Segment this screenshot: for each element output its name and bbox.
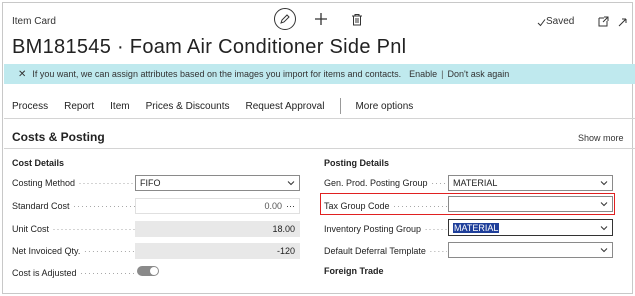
tax-group-code-label: Tax Group Code [324,201,447,211]
more-options-button[interactable]: More options [355,101,413,112]
gen-prod-posting-group-select[interactable]: MATERIAL [448,175,613,191]
page-caption: Item Card [12,16,56,27]
saved-status: Saved [546,16,575,27]
cost-details-heading: Cost Details [12,158,65,168]
unit-cost-field: 18.00 [135,221,300,237]
action-report[interactable]: Report [64,101,94,112]
dont-ask-again-link[interactable]: Don't ask again [447,69,509,79]
standard-cost-input[interactable]: 0.00 ··· [135,198,300,214]
inventory-posting-group-label: Inventory Posting Group [324,224,447,234]
notification-separator: | [441,69,444,79]
action-bar: Process Report Item Prices & Discounts R… [12,98,429,114]
inventory-posting-group-value: MATERIAL [453,222,500,233]
check-icon [536,16,546,28]
open-new-window-icon[interactable] [596,14,610,28]
unit-cost-label: Unit Cost [12,224,137,234]
gen-prod-posting-group-value: MATERIAL [453,178,498,188]
section-title[interactable]: Costs & Posting [12,130,105,144]
dismiss-icon[interactable]: ✕ [18,69,26,80]
chevron-down-icon [600,202,608,207]
net-invoiced-qty-label: Net Invoiced Qty. [12,246,137,256]
gen-prod-posting-group-label: Gen. Prod. Posting Group [324,178,447,188]
add-icon[interactable] [312,10,330,28]
action-divider [340,98,342,114]
divider [4,118,635,119]
edit-icon[interactable] [274,8,296,30]
action-request-approval[interactable]: Request Approval [246,101,325,112]
default-deferral-template-label: Default Deferral Template [324,246,447,256]
section-divider [4,148,635,149]
action-process[interactable]: Process [12,101,48,112]
default-deferral-template-select[interactable] [448,242,613,258]
action-prices-discounts[interactable]: Prices & Discounts [146,101,230,112]
tax-group-code-select[interactable] [448,196,613,212]
toggle-knob [150,267,158,275]
notification-message: If you want, we can assign attributes ba… [32,69,402,79]
cost-is-adjusted-toggle [137,266,159,276]
foreign-trade-heading: Foreign Trade [324,266,384,276]
enable-link[interactable]: Enable [409,69,437,79]
action-item[interactable]: Item [110,101,129,112]
chevron-down-icon [600,181,608,186]
chevron-down-icon [287,181,295,186]
show-more-link[interactable]: Show more [578,133,624,143]
standard-cost-assist-button[interactable]: ··· [286,201,295,211]
delete-icon[interactable] [348,10,366,28]
costing-method-label: Costing Method [12,178,137,188]
costing-method-select[interactable]: FIFO [135,175,300,191]
posting-details-heading: Posting Details [324,158,390,168]
chevron-down-icon [600,248,608,253]
net-invoiced-qty-value: -120 [276,246,295,256]
collapse-icon[interactable] [616,16,628,28]
page-title: BM181545 · Foam Air Conditioner Side Pnl [12,36,407,58]
standard-cost-value: 0.00 [264,201,282,211]
inventory-posting-group-select[interactable]: MATERIAL [448,219,613,236]
notification-bar: ✕ If you want, we can assign attributes … [4,64,635,84]
net-invoiced-qty-field: -120 [135,243,300,259]
costing-method-value: FIFO [140,178,161,188]
chevron-down-icon [600,225,608,230]
standard-cost-label: Standard Cost [12,201,137,211]
unit-cost-value: 18.00 [272,224,295,234]
cost-is-adjusted-label: Cost is Adjusted [12,268,137,278]
